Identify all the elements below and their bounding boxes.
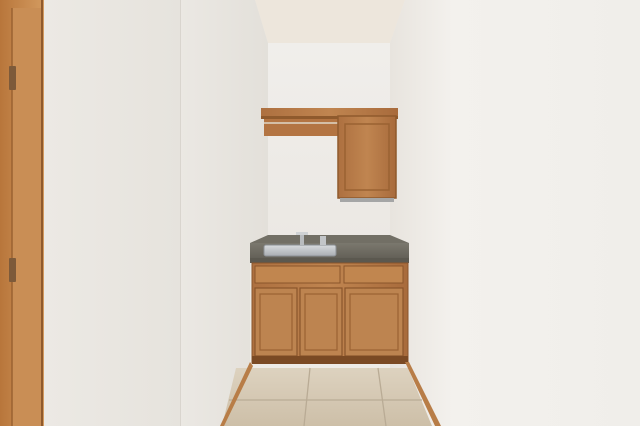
cabinet-door-right[interactable]	[344, 287, 404, 357]
cabinet-door-middle[interactable]	[299, 287, 343, 357]
drawer-right[interactable]	[343, 265, 404, 284]
drawer-left[interactable]	[254, 265, 341, 284]
cabinet-toe-kick	[252, 356, 408, 364]
cabinet-door-left[interactable]	[254, 287, 298, 357]
ceiling	[255, 0, 405, 43]
wall-cabinet-bottom-rail	[340, 198, 394, 202]
left-wall	[44, 0, 180, 426]
photo-scene	[0, 0, 640, 426]
wall-cabinet-door[interactable]	[337, 115, 397, 199]
door-frame-inner	[12, 8, 42, 426]
wall-shelf-back	[264, 119, 340, 136]
door-hinge-icon-top	[9, 66, 16, 90]
sink-basin	[263, 244, 337, 257]
counter-edge	[250, 258, 409, 263]
wall-shelf-top	[261, 108, 398, 116]
floor	[222, 368, 432, 426]
right-wall	[390, 0, 640, 426]
scene-svg	[0, 0, 640, 426]
door-hinge-icon-bottom	[9, 258, 16, 282]
